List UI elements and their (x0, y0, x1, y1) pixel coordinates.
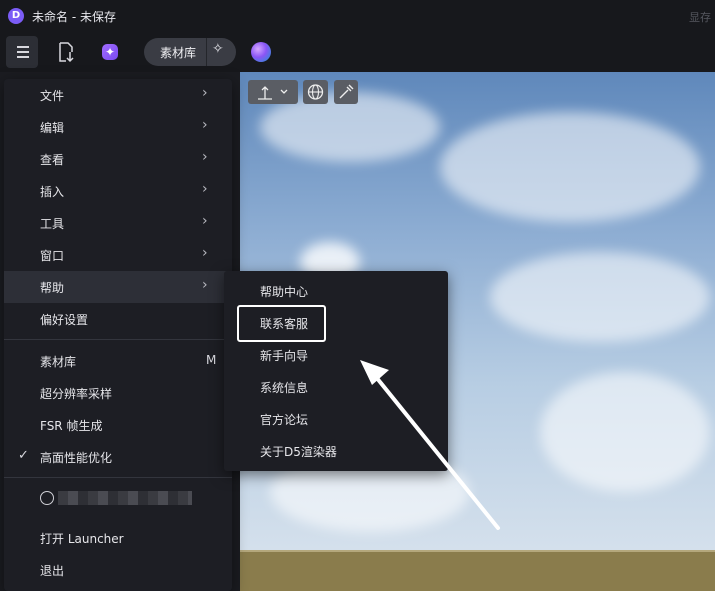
chevron-right-icon: › (202, 149, 208, 165)
ai-sparkle-icon: ✦ (102, 44, 118, 60)
eyedropper-icon (339, 84, 354, 99)
hamburger-icon (17, 46, 29, 48)
window-title: 未命名 - 未保存 (32, 10, 116, 24)
chevron-right-icon: › (202, 117, 208, 133)
menu-item-window[interactable]: 窗口 › (4, 239, 232, 271)
asset-library-button[interactable]: 素材库 (160, 44, 196, 61)
check-icon: ✓ (18, 448, 29, 463)
menu-item-label: 高面性能优化 (40, 451, 113, 465)
redacted-username (58, 491, 192, 505)
menu-item-label: 打开 Launcher (40, 532, 124, 546)
app-logo-icon: D (8, 8, 24, 24)
file-import-icon (59, 42, 74, 63)
submenu-item-about-d5[interactable]: 关于D5渲染器 (224, 435, 448, 467)
submenu-item-help-center[interactable]: 帮助中心 (224, 275, 448, 307)
submenu-item-label: 新手向导 (260, 349, 309, 363)
help-submenu: 帮助中心 联系客服 新手向导 系统信息 官方论坛 关于D5渲染器 (224, 271, 448, 471)
chevron-right-icon: › (202, 245, 208, 261)
ai-assistant-button[interactable]: ✦ (94, 36, 126, 68)
sparkle-icon[interactable]: ✧ (212, 41, 224, 57)
highlight-box (237, 305, 326, 342)
menu-item-label: 帮助 (40, 281, 65, 295)
globe-button[interactable] (303, 80, 328, 104)
menu-item-label: FSR 帧生成 (40, 419, 103, 433)
shortcut-label: M (206, 353, 217, 367)
transform-axis-button[interactable] (248, 80, 298, 104)
asset-library-pill: 素材库 ✧ (144, 38, 236, 66)
toolbar: ✦ 素材库 ✧ (0, 32, 715, 72)
eyedropper-button[interactable] (334, 80, 358, 104)
menu-item-label: 编辑 (40, 121, 65, 135)
memory-label: 显存 (689, 11, 711, 24)
menu-item-file[interactable]: 文件 › (4, 79, 232, 111)
menu-item-fsr-frame-gen[interactable]: FSR 帧生成 (4, 409, 232, 441)
menu-item-open-launcher[interactable]: 打开 Launcher (4, 522, 232, 554)
chevron-right-icon: › (202, 277, 208, 293)
main-menu: 文件 › 编辑 › 查看 › 插入 › 工具 › 窗口 › 帮助 › 偏好设置 … (4, 79, 232, 591)
main-menu-button[interactable] (6, 36, 38, 68)
menu-item-edit[interactable]: 编辑 › (4, 111, 232, 143)
transform-axis-icon (258, 86, 288, 100)
menu-divider (4, 339, 232, 340)
menu-item-label: 素材库 (40, 355, 77, 369)
globe-icon (307, 84, 324, 100)
menu-item-label: 插入 (40, 185, 65, 199)
menu-item-preferences[interactable]: 偏好设置 (4, 303, 232, 335)
menu-item-user-account[interactable] (4, 483, 232, 515)
submenu-item-label: 帮助中心 (260, 285, 309, 299)
menu-item-label: 工具 (40, 217, 65, 231)
menu-item-label: 偏好设置 (40, 313, 89, 327)
menu-item-exit[interactable]: 退出 (4, 554, 232, 586)
menu-item-insert[interactable]: 插入 › (4, 175, 232, 207)
chevron-right-icon: › (202, 85, 208, 101)
menu-item-help[interactable]: 帮助 › (4, 271, 232, 303)
menu-item-asset-library[interactable]: 素材库 M (4, 345, 232, 377)
chevron-right-icon: › (202, 181, 208, 197)
menu-item-label: 超分辨率采样 (40, 387, 113, 401)
submenu-item-system-info[interactable]: 系统信息 (224, 371, 448, 403)
submenu-item-official-forum[interactable]: 官方论坛 (224, 403, 448, 435)
chevron-right-icon: › (202, 213, 208, 229)
submenu-item-label: 关于D5渲染器 (260, 445, 337, 459)
menu-item-high-poly-optimize[interactable]: ✓ 高面性能优化 (4, 441, 232, 473)
submenu-item-beginner-guide[interactable]: 新手向导 (224, 339, 448, 371)
menu-item-tools[interactable]: 工具 › (4, 207, 232, 239)
ai-orb-icon[interactable] (251, 42, 271, 62)
import-button[interactable] (50, 36, 82, 68)
menu-item-super-resolution[interactable]: 超分辨率采样 (4, 377, 232, 409)
ground-plane (240, 552, 715, 591)
menu-item-view[interactable]: 查看 › (4, 143, 232, 175)
menu-item-label: 文件 (40, 89, 65, 103)
user-avatar-icon (40, 491, 54, 505)
title-bar: D 未命名 - 未保存 显存 (0, 0, 715, 32)
menu-item-label: 窗口 (40, 249, 65, 263)
menu-divider (4, 477, 232, 478)
submenu-item-label: 官方论坛 (260, 413, 309, 427)
submenu-item-label: 系统信息 (260, 381, 309, 395)
menu-item-label: 查看 (40, 153, 65, 167)
menu-item-label: 退出 (40, 564, 65, 578)
